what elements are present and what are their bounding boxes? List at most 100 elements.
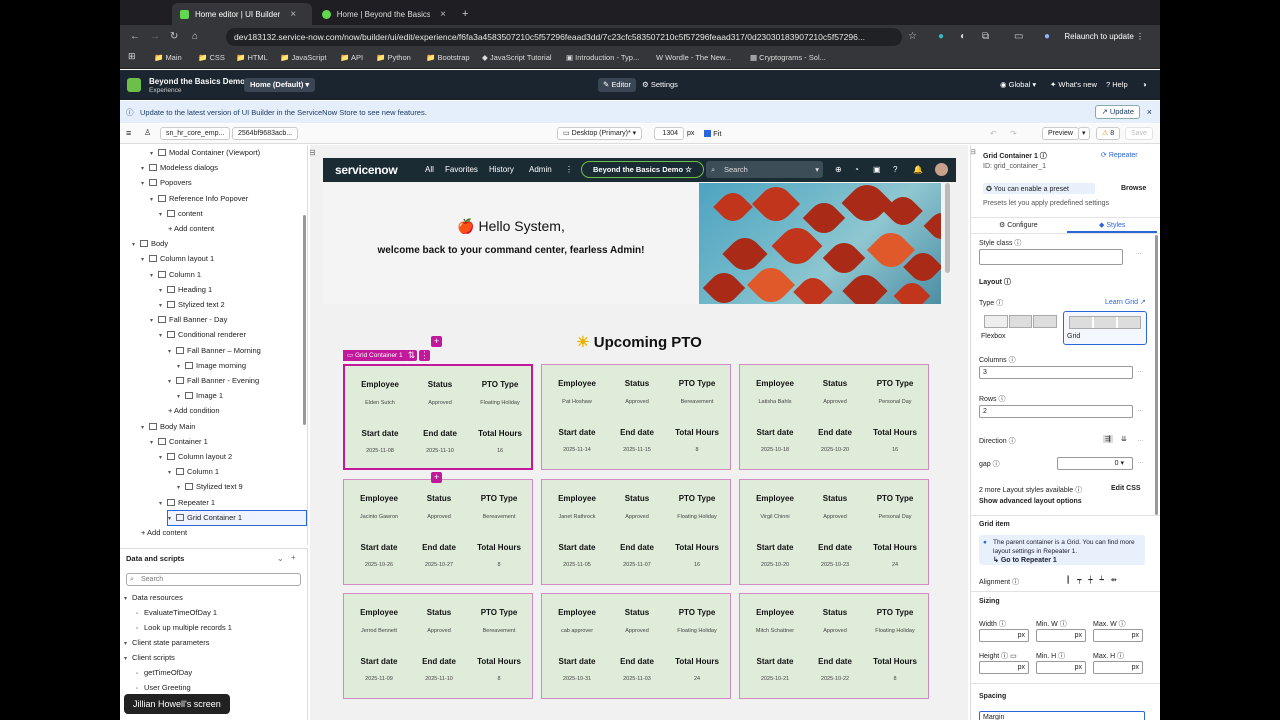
bookmark-item[interactable]: 📁 HTML xyxy=(236,53,268,62)
data-script-item[interactable]: ▫ EvaluateTimeOfDay 1 xyxy=(136,606,217,620)
fit-checkbox[interactable]: Fit xyxy=(704,129,721,138)
columns-input[interactable]: 3 xyxy=(979,366,1133,379)
move-handle-icon[interactable]: ⇅ xyxy=(406,350,417,361)
tree-item[interactable]: ▾ Body Main xyxy=(141,420,195,434)
data-script-item[interactable]: ▫ getTimeOfDay xyxy=(136,666,192,680)
tree-item[interactable]: ▾ Reference Info Popover xyxy=(150,192,248,206)
whats-new-button[interactable]: ✦ What's new xyxy=(1050,80,1097,89)
more-icon[interactable]: ⋮ xyxy=(565,165,573,174)
preview-button[interactable]: Preview xyxy=(1042,127,1079,140)
chevron-down-icon[interactable]: ▾ xyxy=(168,375,176,389)
nav-admin[interactable]: Admin xyxy=(529,165,552,174)
grid-option[interactable]: Grid xyxy=(1063,311,1147,345)
apps-grid-icon[interactable]: ⊞ xyxy=(128,51,136,62)
pto-card[interactable]: Employee cab approver Status Approved PTO Ty… xyxy=(541,593,731,699)
save-button[interactable]: Save xyxy=(1125,127,1153,140)
tab-home[interactable]: Home | Beyond the Basics De × xyxy=(314,3,454,25)
chevron-down-icon[interactable]: ▾ xyxy=(132,238,140,252)
width-input[interactable]: px xyxy=(979,629,1029,642)
data-search-input[interactable]: ⌕ Search xyxy=(126,573,301,586)
back-icon[interactable]: ← xyxy=(130,31,140,42)
alignment-options-icon[interactable]: ┃┯┿┷⇹ xyxy=(1066,576,1124,584)
chevron-down-icon[interactable]: ▾ xyxy=(159,208,167,222)
nav-favorites[interactable]: Favorites xyxy=(445,165,478,174)
close-icon[interactable]: × xyxy=(440,9,446,20)
bookmark-item[interactable]: 📁 CSS xyxy=(198,53,225,62)
min-height-input[interactable]: px xyxy=(1036,661,1086,674)
panel-scrollbar[interactable] xyxy=(1155,235,1158,515)
tree-item[interactable]: ▾ Stylized text 2 xyxy=(159,298,225,312)
tree-item[interactable]: ▾ Conditional renderer xyxy=(159,328,246,342)
component-menu-icon[interactable]: ⋮ xyxy=(419,350,430,361)
new-tab-icon[interactable]: + xyxy=(454,3,476,25)
pto-card[interactable]: Employee Pat Hoshaw Status Approved PTO Type… xyxy=(541,364,731,470)
tree-item[interactable]: ▾ Column 1 xyxy=(168,465,219,479)
browse-button[interactable]: Browse xyxy=(1121,185,1146,192)
settings-button[interactable]: ⚙ Settings xyxy=(642,78,678,92)
add-below-icon[interactable]: + xyxy=(431,472,442,483)
bookmark-item[interactable]: 📁 Python xyxy=(376,53,411,62)
tree-item[interactable]: ▾ Modal Container (Viewport) xyxy=(150,146,260,160)
advanced-layout-toggle[interactable]: Show advanced layout options xyxy=(979,498,1082,505)
chevron-down-icon[interactable]: ▾ xyxy=(159,299,167,313)
tree-item[interactable]: ▾ Heading 1 xyxy=(159,283,212,297)
chevron-down-icon[interactable]: ▾ xyxy=(141,177,149,191)
tree-item[interactable]: ▾ Popovers xyxy=(141,176,192,190)
pto-card[interactable]: Employee Jerrod Bennett Status Approved PTO … xyxy=(343,593,533,699)
max-height-input[interactable]: px xyxy=(1093,661,1143,674)
close-icon[interactable]: × xyxy=(1147,107,1152,117)
menu-icon[interactable]: ≡ xyxy=(126,128,131,138)
bookmark-star-icon[interactable]: ☆ xyxy=(908,31,917,42)
tree-item[interactable]: + Add condition xyxy=(168,404,220,418)
device-selector[interactable]: ▭ Desktop (Primary)* ▾ xyxy=(557,127,643,140)
extension-icon[interactable]: ◐ xyxy=(960,31,966,42)
data-script-item[interactable]: ▫ User Greeting xyxy=(136,681,191,695)
chevron-down-icon[interactable]: ▾ xyxy=(168,345,176,359)
collapse-panel-icon[interactable]: ⊟ xyxy=(310,148,316,157)
close-icon[interactable]: × xyxy=(290,9,296,20)
bookmark-item[interactable]: 📁 Main xyxy=(154,53,182,62)
globe-icon[interactable]: ⊕ xyxy=(835,165,842,174)
bookmark-item[interactable]: 📁 API xyxy=(340,53,363,62)
bookmark-item[interactable]: W Wordle - The New... xyxy=(656,53,731,62)
more-icon[interactable]: … xyxy=(1137,367,1144,374)
profile-avatar-icon[interactable]: ● xyxy=(1044,31,1050,42)
more-icon[interactable]: … xyxy=(1135,249,1142,256)
record-chip[interactable]: sn_hr_core_emp... xyxy=(160,127,231,140)
chevron-down-icon[interactable]: ▾ xyxy=(141,162,149,176)
forward-icon[interactable]: → xyxy=(150,31,160,42)
selected-component-tag[interactable]: ▭ Grid Container 1 xyxy=(343,350,407,361)
pto-card[interactable]: Employee Latisha Bahls Status Approved PTO T… xyxy=(739,364,929,470)
chevron-down-icon[interactable]: ▾ xyxy=(159,497,167,511)
relaunch-button[interactable]: Relaunch to update ⋮ xyxy=(1056,28,1152,46)
chevron-down-icon[interactable]: ▾ xyxy=(150,193,158,207)
pto-card[interactable]: Employee Mitch Schattner Status Approved PTO… xyxy=(739,593,929,699)
chevron-down-icon[interactable]: ▾ xyxy=(168,512,176,526)
more-icon[interactable]: … xyxy=(1137,406,1144,413)
site-search-input[interactable]: ⌕ Search ▾ xyxy=(706,161,823,178)
tree-item[interactable]: ▾ Grid Container 1 xyxy=(167,509,307,526)
sidebar-icon[interactable]: ▭ xyxy=(1014,31,1023,42)
user-icon[interactable]: ♙ xyxy=(144,128,151,137)
tree-item[interactable]: ▾ Stylized text 9 xyxy=(177,480,243,494)
chevron-down-icon[interactable]: ▾ xyxy=(150,269,158,283)
flexbox-option[interactable] xyxy=(984,315,1058,328)
tab-configure[interactable]: ⚙ Configure xyxy=(999,221,1038,229)
tab-styles[interactable]: ◆ Styles xyxy=(1099,221,1125,229)
tree-item[interactable]: ▾ Image morning xyxy=(177,359,246,373)
tree-item[interactable]: ▾ Column layout 2 xyxy=(159,450,232,464)
data-script-item[interactable]: ▫ Look up multiple records 1 xyxy=(136,621,232,635)
tree-item[interactable]: ▾ Image 1 xyxy=(177,389,223,403)
more-icon[interactable]: … xyxy=(1137,458,1144,465)
chevron-down-icon[interactable]: ▾ xyxy=(177,390,185,404)
chevron-down-icon[interactable]: ▾ xyxy=(159,329,167,343)
direction-row-icon[interactable]: ⇶ xyxy=(1103,435,1113,443)
collapse-panel-icon[interactable]: ⊟ xyxy=(971,148,976,156)
min-width-input[interactable]: px xyxy=(1036,629,1086,642)
tree-item[interactable]: ▾ Container 1 xyxy=(150,435,208,449)
page-selector[interactable]: Home (Default) ▾ xyxy=(244,78,316,92)
sysid-chip[interactable]: 2564bf9683acb... xyxy=(232,127,299,140)
global-scope-menu[interactable]: ◉ Global ▾ xyxy=(1000,80,1036,89)
add-icon[interactable]: + xyxy=(291,553,296,562)
tree-item[interactable]: ▾ Fall Banner - Day xyxy=(150,313,227,327)
